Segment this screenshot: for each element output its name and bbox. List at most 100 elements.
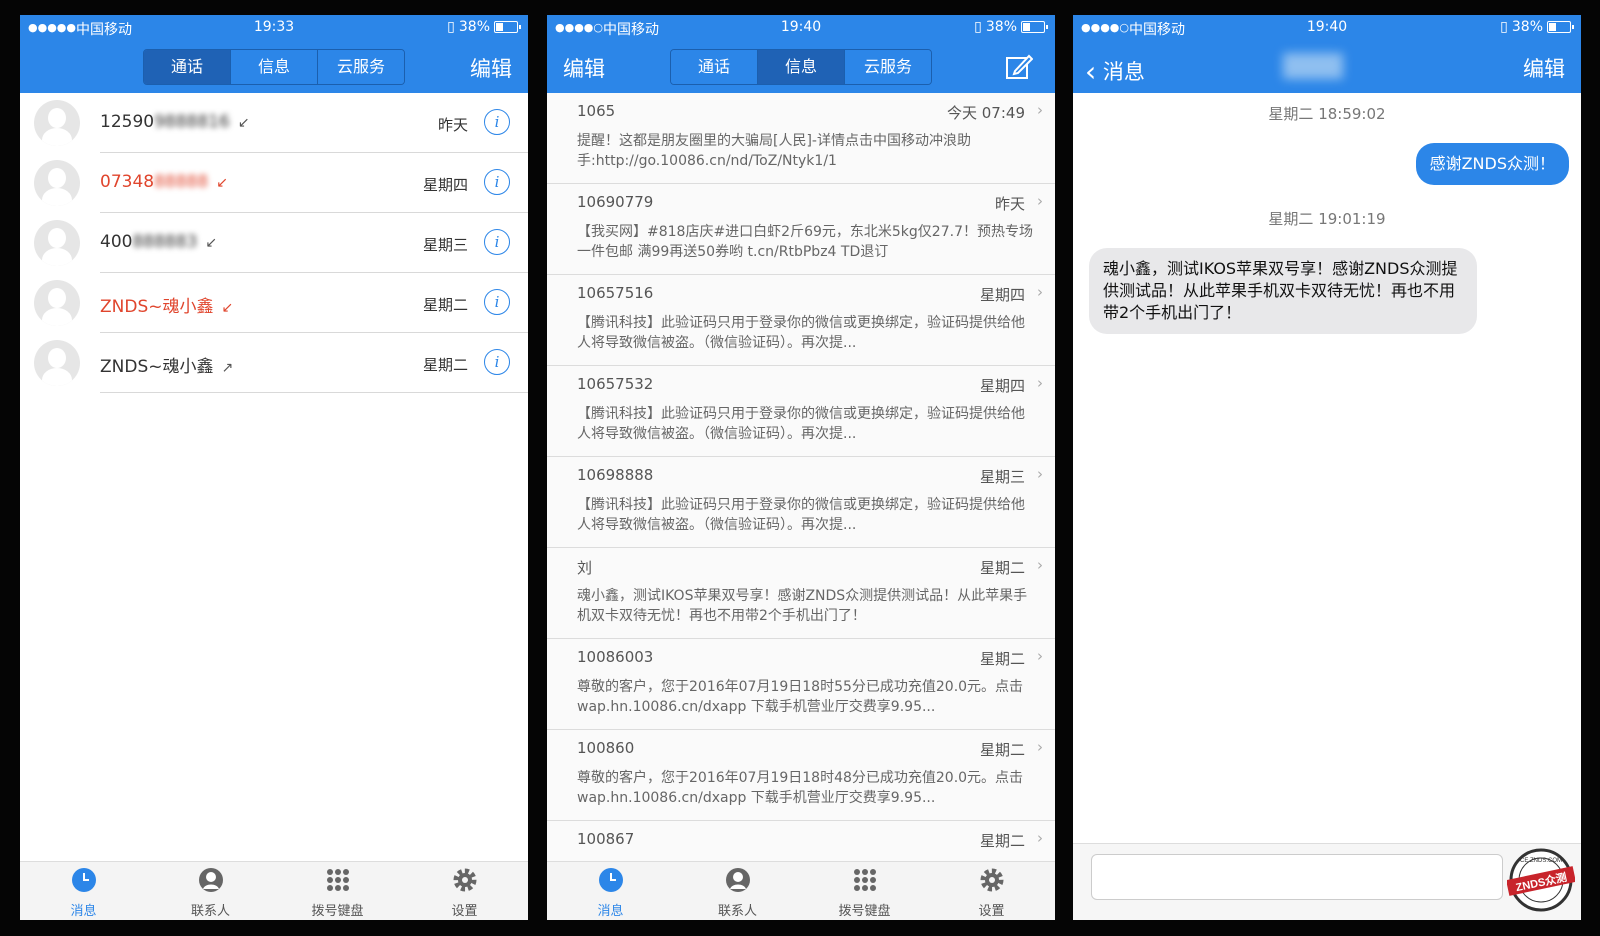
segment-calls[interactable]: 通话 [671, 50, 758, 84]
call-name: 125909888816 ↙ [100, 112, 250, 132]
message-sender: 100867 [577, 830, 635, 848]
watermark-sub: CE.ZNDS.COM [1520, 858, 1562, 864]
message-row[interactable]: 10690779 昨天 › 【我买网】#818店庆#进口白虾2斤69元，东北米5kg仅… [547, 184, 1055, 275]
status-bar: ●●●●○ 中国移动 19:40 ▯ 38% [1073, 15, 1581, 41]
call-row[interactable]: ZNDS~魂小鑫 ↗ 星期二 i [20, 333, 528, 393]
battery-icon [494, 21, 521, 33]
chat-thread: 星期二 18:59:02 感谢ZNDS众测！ 星期二 19:01:19 魂小鑫，… [1073, 93, 1581, 853]
segment-calls[interactable]: 通话 [144, 50, 231, 84]
contact-icon [725, 868, 750, 892]
info-icon[interactable]: i [484, 229, 510, 255]
keypad-icon [326, 869, 349, 891]
call-row[interactable]: 400888883 ↙ 星期三 i [20, 213, 528, 273]
message-date: 星期二 [979, 559, 1025, 577]
call-row[interactable]: 0734888888 ↙ 星期四 i [20, 153, 528, 213]
avatar [34, 100, 80, 146]
tab-keypad[interactable]: 拨号键盘 [801, 862, 928, 920]
info-icon[interactable]: i [484, 169, 510, 195]
clock-icon [71, 868, 96, 892]
message-sender: 10690779 [577, 193, 654, 211]
tab-messages[interactable]: 消息 [547, 862, 674, 920]
segment-messages[interactable]: 信息 [758, 50, 845, 84]
message-date: 昨天 [994, 195, 1025, 213]
message-sender: 10657532 [577, 375, 654, 393]
message-preview: 提醒！这都是朋友圈里的大骗局[人民]-详情点击中国移动冲浪助手:http://g… [577, 133, 971, 169]
message-date: 星期四 [979, 286, 1025, 304]
edit-button[interactable]: 编辑 [1523, 53, 1565, 83]
call-row[interactable]: ZNDS~魂小鑫 ↙ 星期二 i [20, 273, 528, 333]
tab-contacts[interactable]: 联系人 [674, 862, 801, 920]
message-row[interactable]: 刘 星期二 › 魂小鑫，测试IKOS苹果双号享！感谢ZNDS众测提供测试品！从此苹果手… [547, 548, 1055, 639]
avatar [34, 160, 80, 206]
header: ●●●●○ 中国移动 19:40 ▯ 38% ‹ 消息 编辑 [1073, 15, 1581, 93]
contact-icon [198, 868, 223, 892]
timestamp: 星期二 18:59:02 [1268, 105, 1386, 123]
message-preview: 魂小鑫，测试IKOS苹果双号享！感谢ZNDS众测提供测试品！从此苹果手机双卡双待… [577, 588, 1028, 624]
segment-cloud[interactable]: 云服务 [845, 50, 931, 84]
message-preview: 尊敬的客户，您于2016年07月19日18时55分已成功充值20.0元。点击 w… [577, 679, 1024, 715]
info-icon[interactable]: i [484, 109, 510, 135]
header: ●●●●○ 中国移动 19:40 ▯ 38% 编辑 通话 信息 云服务 [547, 15, 1055, 93]
tab-bar: 消息 联系人 拨号键盘 设置 [20, 861, 528, 920]
segment-messages[interactable]: 信息 [231, 50, 318, 84]
phone-calls-screen: ●●●●● 中国移动 19:33 ▯ 38% 通话 信息 云服务 编辑 12590… [20, 15, 528, 920]
phone-chat-screen: ●●●●○ 中国移动 19:40 ▯ 38% ‹ 消息 编辑 星期二 18:59:… [1073, 15, 1581, 920]
clock-icon [598, 868, 623, 892]
call-day: 星期二 [422, 356, 468, 374]
call-row[interactable]: 125909888816 ↙ 昨天 i [20, 93, 528, 153]
battery-icon [1021, 21, 1048, 33]
chevron-right-icon: › [1037, 374, 1043, 392]
segment-cloud[interactable]: 云服务 [318, 50, 404, 84]
message-row[interactable]: 100860 星期二 › 尊敬的客户，您于2016年07月19日18时48分已成功充值… [547, 730, 1055, 821]
chevron-left-icon: ‹ [1085, 55, 1097, 88]
message-input[interactable] [1091, 854, 1503, 900]
info-icon[interactable]: i [484, 349, 510, 375]
call-day: 星期三 [422, 236, 468, 254]
contact-title [1283, 53, 1343, 79]
call-direction-icon: ↙ [205, 235, 218, 251]
call-name: 0734888888 ↙ [100, 172, 228, 192]
avatar [34, 340, 80, 386]
message-preview: 【腾讯科技】此验证码只用于登录你的微信或更换绑定，验证码提供给他人将导致微信被盗… [577, 315, 1025, 351]
nav-bar: 通话 信息 云服务 编辑 [20, 41, 528, 93]
message-date: 星期三 [979, 468, 1025, 486]
tab-keypad[interactable]: 拨号键盘 [274, 862, 401, 920]
chevron-right-icon: › [1037, 829, 1043, 847]
call-name: ZNDS~魂小鑫 ↙ [100, 297, 234, 317]
message-sender: 100860 [577, 739, 635, 757]
input-bar: ZNDS众测 CE.ZNDS.COM [1073, 843, 1581, 920]
tab-settings[interactable]: 设置 [928, 862, 1055, 920]
phone-messages-screen: ●●●●○ 中国移动 19:40 ▯ 38% 编辑 通话 信息 云服务 1065 今… [547, 15, 1055, 920]
nav-bar: 编辑 通话 信息 云服务 [547, 41, 1055, 93]
call-day: 星期四 [422, 176, 468, 194]
back-button[interactable]: ‹ 消息 [1085, 53, 1145, 88]
message-row[interactable]: 10657516 星期四 › 【腾讯科技】此验证码只用于登录你的微信或更换绑定，验证码… [547, 275, 1055, 366]
message-row[interactable]: 10086003 星期二 › 尊敬的客户，您于2016年07月19日18时55分已成功… [547, 639, 1055, 730]
gear-icon [980, 868, 1003, 892]
message-date: 星期二 [979, 650, 1025, 668]
call-direction-icon: ↙ [221, 300, 234, 316]
tab-settings[interactable]: 设置 [401, 862, 528, 920]
message-preview: 【腾讯科技】此验证码只用于登录你的微信或更换绑定，验证码提供给他人将导致微信被盗… [577, 406, 1025, 442]
timestamp: 星期二 19:01:19 [1268, 210, 1386, 228]
tab-bar: 消息 联系人 拨号键盘 设置 [547, 861, 1055, 920]
edit-button[interactable]: 编辑 [563, 53, 605, 83]
edit-button[interactable]: 编辑 [470, 53, 512, 83]
compose-icon[interactable] [1005, 53, 1033, 81]
chevron-right-icon: › [1037, 647, 1043, 665]
tab-messages[interactable]: 消息 [20, 862, 147, 920]
message-row[interactable]: 1065 今天 07:49 › 提醒！这都是朋友圈里的大骗局[人民]-详情点击中国移动… [547, 93, 1055, 184]
message-row[interactable]: 10657532 星期四 › 【腾讯科技】此验证码只用于登录你的微信或更换绑定，验证码… [547, 366, 1055, 457]
message-date: 星期二 [979, 832, 1025, 850]
avatar [34, 280, 80, 326]
avatar [34, 220, 80, 266]
battery-icon [1547, 21, 1574, 33]
battery-label: 38% [985, 19, 1017, 35]
tab-contacts[interactable]: 联系人 [147, 862, 274, 920]
info-icon[interactable]: i [484, 289, 510, 315]
call-direction-icon: ↗ [221, 360, 234, 376]
status-bar: ●●●●○ 中国移动 19:40 ▯ 38% [547, 15, 1055, 41]
battery-label: 38% [458, 19, 490, 35]
chevron-right-icon: › [1037, 283, 1043, 301]
message-row[interactable]: 10698888 星期三 › 【腾讯科技】此验证码只用于登录你的微信或更换绑定，验证码… [547, 457, 1055, 548]
